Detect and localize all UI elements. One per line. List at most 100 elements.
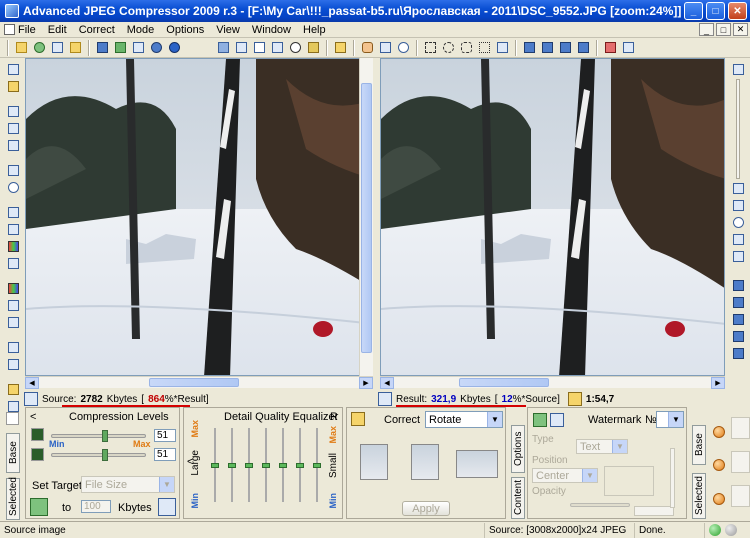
opacity-value[interactable] [634, 506, 674, 516]
result-image-pane[interactable] [380, 58, 725, 376]
zoom-out-icon[interactable] [5, 138, 22, 153]
eq-knob-4[interactable] [262, 463, 270, 468]
menu-correct[interactable]: Correct [79, 24, 115, 36]
tab-selected[interactable]: Selected [6, 477, 20, 520]
tab-base[interactable]: Base [6, 433, 20, 473]
scroll-left-icon[interactable]: ◀ [380, 377, 394, 389]
settings-icon[interactable] [305, 40, 322, 56]
open-folder-icon[interactable] [13, 40, 30, 56]
fit-height-icon[interactable] [730, 249, 747, 264]
compression-back-button[interactable]: < [30, 411, 36, 423]
list-icon[interactable] [5, 222, 22, 237]
scroll-right-icon[interactable]: ▶ [359, 377, 373, 389]
position-grid[interactable] [604, 466, 654, 496]
save-icon[interactable] [94, 40, 111, 56]
key-icon[interactable] [5, 79, 22, 94]
edit-icon[interactable] [332, 40, 349, 56]
target-settings-button[interactable] [158, 498, 176, 516]
watermark-position-dropdown[interactable]: Center ▼ [532, 468, 598, 483]
menu-help[interactable]: Help [303, 24, 326, 36]
level-knob-1[interactable] [713, 426, 725, 438]
view-split-icon[interactable] [730, 278, 747, 293]
eq-knob-1[interactable] [211, 463, 219, 468]
menu-file[interactable]: File [4, 24, 36, 36]
zoom-fit-icon[interactable] [5, 104, 22, 119]
tab-selected-right[interactable]: Selected [692, 473, 706, 519]
grid-icon[interactable] [5, 205, 22, 220]
equalizer-sliders[interactable] [206, 426, 324, 506]
source-vscroll-thumb[interactable] [361, 83, 372, 353]
compare-icon[interactable] [215, 40, 232, 56]
view-compare-icon[interactable] [730, 329, 747, 344]
zoom-minus-icon[interactable] [730, 181, 747, 196]
crop-icon[interactable] [251, 40, 268, 56]
mdi-minimize-button[interactable]: _ [699, 23, 714, 36]
zoom-icon[interactable] [395, 40, 412, 56]
correct-type-dropdown[interactable]: Rotate ▼ [425, 411, 503, 428]
result-horizontal-scrollbar[interactable]: ◀ ▶ [380, 376, 725, 389]
help-icon[interactable] [166, 40, 183, 56]
zoom-plus-icon[interactable] [730, 62, 747, 77]
watermark-number-dropdown[interactable]: ▼ [656, 411, 684, 428]
zoom-actual-icon[interactable] [5, 121, 22, 136]
apply-target-button[interactable] [30, 498, 48, 516]
mdi-close-button[interactable]: ✕ [733, 23, 748, 36]
menu-window[interactable]: Window [252, 24, 291, 36]
compression-slider-1[interactable] [51, 430, 146, 442]
window-tile-icon[interactable] [620, 40, 637, 56]
hand-icon[interactable] [359, 40, 376, 56]
rotate-left-preview[interactable] [360, 444, 388, 480]
maximize-button[interactable]: □ [706, 2, 725, 20]
scroll-left-icon[interactable]: ◀ [25, 377, 39, 389]
source-image-pane[interactable] [25, 58, 373, 376]
eq-knob-3[interactable] [245, 463, 253, 468]
reload-icon[interactable] [31, 40, 48, 56]
level-knob-3[interactable] [713, 493, 725, 505]
level-value-3[interactable] [731, 485, 750, 507]
select-brush-icon[interactable] [494, 40, 511, 56]
window-red-icon[interactable] [602, 40, 619, 56]
watermark-add-icon[interactable] [533, 413, 547, 427]
fit-width-icon[interactable] [730, 232, 747, 247]
layout-vertical-icon[interactable] [521, 40, 538, 56]
batch-icon[interactable] [130, 40, 147, 56]
select-all-icon[interactable] [476, 40, 493, 56]
view-full-icon[interactable] [730, 346, 747, 361]
layout-single-icon[interactable] [557, 40, 574, 56]
view-single-icon[interactable] [730, 312, 747, 327]
target-value-input[interactable]: 100 [81, 500, 111, 513]
tab-options[interactable]: Options [511, 425, 525, 473]
compression-value-1[interactable]: 51 [154, 429, 176, 442]
opacity-slider[interactable] [570, 503, 630, 507]
palette-icon[interactable] [5, 298, 22, 313]
channels-icon[interactable] [5, 256, 22, 271]
eq-knob-2[interactable] [228, 463, 236, 468]
menu-view[interactable]: View [216, 24, 240, 36]
histogram-icon[interactable] [5, 239, 22, 254]
zoom-in-icon[interactable] [5, 62, 22, 77]
target-type-dropdown[interactable]: File Size ▼ [81, 476, 175, 493]
fit-window-icon[interactable] [730, 215, 747, 230]
zoom-select-icon[interactable] [377, 40, 394, 56]
slider-knob-2[interactable] [101, 449, 108, 461]
zoom-100-icon[interactable] [730, 198, 747, 213]
panel-pin-button[interactable] [6, 412, 19, 425]
lasso-icon[interactable] [458, 40, 475, 56]
watermark-edit-icon[interactable] [550, 413, 564, 427]
layout-list-icon[interactable] [575, 40, 592, 56]
close-button[interactable]: ✕ [728, 2, 747, 20]
eq-knob-5[interactable] [279, 463, 287, 468]
result-hscroll-thumb[interactable] [459, 378, 549, 387]
apply-button[interactable]: Apply [402, 501, 450, 516]
folder-dropdown-icon[interactable] [67, 40, 84, 56]
scroll-right-icon[interactable]: ▶ [711, 377, 725, 389]
menu-edit[interactable]: Edit [48, 24, 67, 36]
resize-icon[interactable] [269, 40, 286, 56]
minimize-button[interactable]: _ [684, 2, 703, 20]
menu-mode[interactable]: Mode [127, 24, 155, 36]
zoom-window-icon[interactable] [5, 163, 22, 178]
preview-eye-icon[interactable] [287, 40, 304, 56]
source-horizontal-scrollbar[interactable]: ◀ ▶ [25, 376, 373, 389]
view-stack-icon[interactable] [730, 295, 747, 310]
tab-content[interactable]: Content [511, 477, 525, 519]
